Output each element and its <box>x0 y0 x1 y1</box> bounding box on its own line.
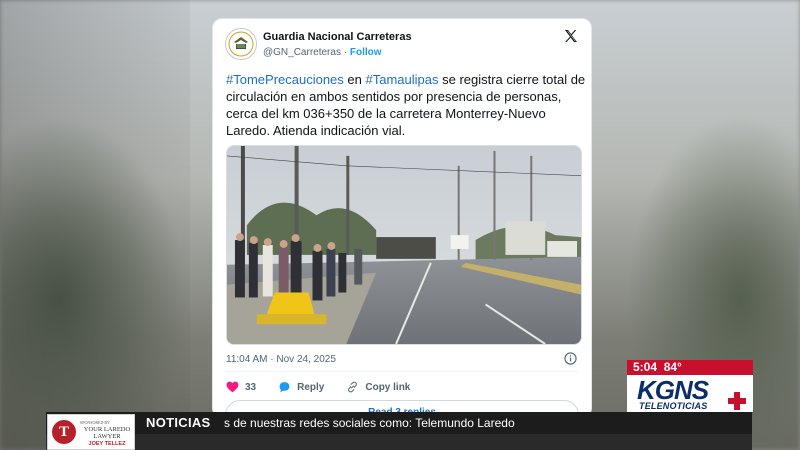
background-shade <box>0 0 190 450</box>
link-icon <box>348 381 358 393</box>
timestamp[interactable]: 11:04 AM · Nov 24, 2025 <box>226 354 336 365</box>
copy-link-label: Copy link <box>365 381 411 393</box>
news-ticker: NOTICIAS s de nuestras redes sociales co… <box>46 412 752 434</box>
tweet-text: #TomePrecauciones en #Tamaulipas se regi… <box>226 71 586 139</box>
reply-label: Reply <box>297 381 325 393</box>
copy-link-button[interactable]: Copy link <box>346 381 410 393</box>
hashtag-link[interactable]: #TomePrecauciones <box>226 72 344 87</box>
reply-icon <box>279 382 290 393</box>
handle[interactable]: @GN_Carreteras <box>263 47 341 58</box>
subbrand: TELENOTICIAS <box>639 401 708 411</box>
ticker-label: NOTICIAS <box>146 415 211 430</box>
hashtag-link[interactable]: #Tamaulipas <box>365 72 438 87</box>
x-logo-icon[interactable] <box>563 28 579 44</box>
station-logo: KGNS TELENOTICIAS <box>627 375 753 412</box>
sponsor-logo-box: T SPONSORED BY YOUR LAREDO LAWYER JOEY T… <box>47 414 135 450</box>
like-button[interactable]: 33 <box>226 381 256 393</box>
tweet-actions: 33 Reply Copy link <box>226 379 432 395</box>
temperature: 84° <box>663 360 682 374</box>
sponsor-logo-icon: T <box>52 420 76 444</box>
follow-button[interactable]: Follow <box>350 47 382 58</box>
like-count: 33 <box>245 381 257 393</box>
display-name[interactable]: Guardia Nacional Carreteras <box>263 31 412 43</box>
heart-icon <box>226 381 239 393</box>
sponsor-name: JOEY TELLEZ <box>88 441 126 447</box>
sponsor-caption: SPONSORED BY <box>80 420 110 425</box>
tweet-card: Guardia Nacional Carreteras @GN_Carreter… <box>212 18 592 418</box>
plus-icon <box>728 392 746 410</box>
tweet-photo[interactable] <box>226 145 582 345</box>
clock-time: 5:04 <box>633 360 658 374</box>
info-icon[interactable] <box>564 352 577 365</box>
tweet-text-word: en <box>343 72 366 87</box>
time-temp-bar: 5:04 84° <box>627 360 753 375</box>
reply-button[interactable]: Reply <box>278 381 324 393</box>
avatar[interactable] <box>225 28 257 60</box>
guardia-nacional-emblem-icon <box>228 31 254 57</box>
station-bug: 5:04 84° KGNS TELENOTICIAS <box>627 360 753 412</box>
handle-line: @GN_Carreteras · Follow <box>263 47 382 58</box>
separator-dot: · <box>343 47 348 58</box>
sponsor-tagline: YOUR LAREDO LAWYER <box>83 426 131 440</box>
ticker-text: s de nuestras redes sociales como: Telem… <box>224 416 515 430</box>
ticker-bottom-bar <box>46 434 752 450</box>
divider <box>226 371 578 372</box>
